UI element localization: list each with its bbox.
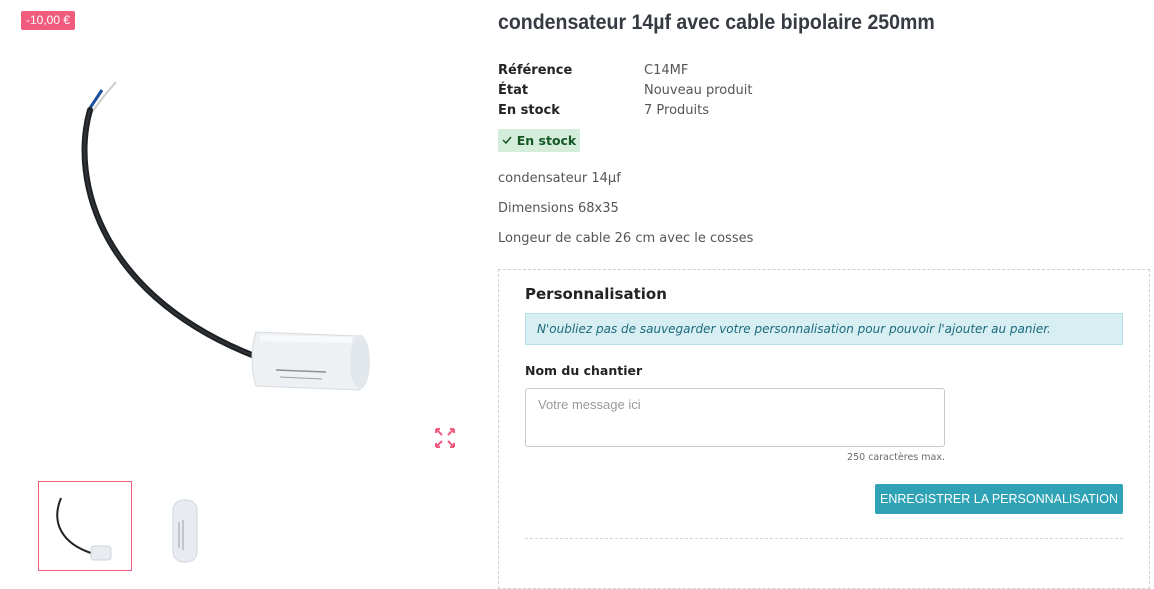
discount-badge: -10,00 € [21,11,76,30]
personalization-title: Personnalisation [525,285,667,303]
description-line-3: Longeur de cable 26 cm avec le cosses [498,231,754,246]
product-title: condensateur 14µf avec cable bipolaire 2… [498,11,935,34]
spec-value-condition: Nouveau produit [644,83,753,98]
spec-value-reference: C14MF [644,63,689,78]
spec-value-stock: 7 Produits [644,103,709,118]
capacitor-image [81,81,370,391]
expand-icon[interactable] [434,427,456,449]
check-icon [502,133,512,148]
field-label-site-name: Nom du chantier [525,363,643,378]
capacitor-thumbnail [56,497,112,561]
description-line-2: Dimensions 68x35 [498,201,619,216]
spec-label-reference: Référence [498,63,573,78]
personalization-notice: N'oubliez pas de sauvegarder votre perso… [525,313,1123,345]
save-personalization-button[interactable]: Enregistrer la personnalisation [875,484,1123,514]
stock-status-label: En stock [516,133,577,148]
spec-label-condition: État [498,83,529,98]
capacitor-side-thumbnail [172,499,198,563]
thumbnail-2[interactable] [138,481,232,571]
spec-label-stock: En stock [498,103,560,118]
char-limit-hint: 250 caractères max. [847,452,945,463]
description-line-1: condensateur 14µf [498,171,621,186]
thumbnail-1[interactable] [38,481,132,571]
section-divider [525,538,1123,539]
stock-status-badge: En stock [498,129,580,152]
site-name-input[interactable] [525,388,945,447]
product-main-image[interactable] [40,70,420,410]
